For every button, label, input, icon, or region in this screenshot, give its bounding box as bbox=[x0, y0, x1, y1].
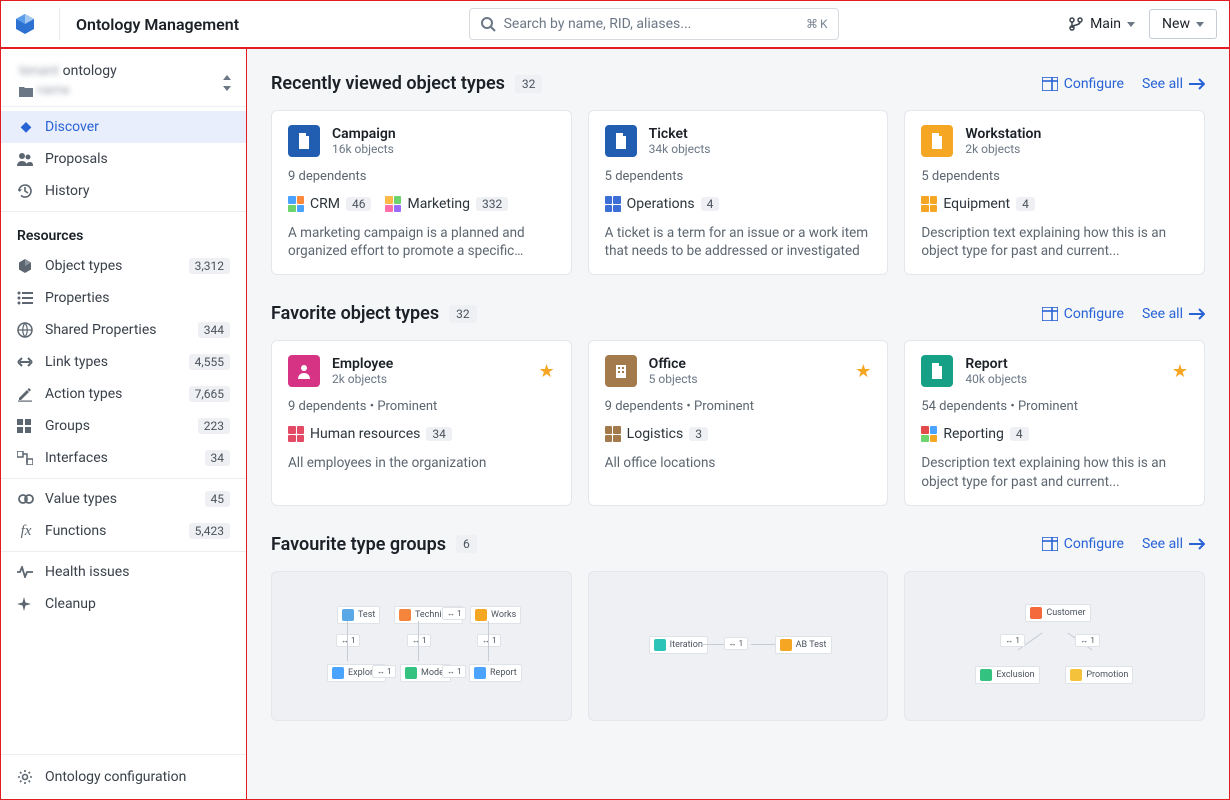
doc-icon bbox=[921, 355, 953, 387]
pulse-icon bbox=[17, 566, 33, 578]
brand-icon bbox=[13, 12, 37, 36]
doc-icon bbox=[605, 125, 637, 157]
main-content: Recently viewed object types 32 Configur… bbox=[247, 48, 1230, 800]
graph-diagram: Test Technician ↔ 1 Works ↔ 1 ↔ 1 ↔ 1 Ex… bbox=[272, 586, 571, 706]
card-employee[interactable]: Employee2k objects ★ 9 dependents • Prom… bbox=[271, 340, 572, 505]
arrow-right-icon bbox=[1189, 538, 1205, 550]
nav-proposals[interactable]: Proposals bbox=[1, 143, 246, 175]
ontology-switcher[interactable]: tenantontology name bbox=[1, 49, 246, 106]
card-office[interactable]: Office5 objects ★ 9 dependents • Promine… bbox=[588, 340, 889, 505]
seeall-link[interactable]: See all bbox=[1142, 536, 1205, 552]
link-icon bbox=[17, 357, 33, 367]
group-card-0[interactable]: Test Technician ↔ 1 Works ↔ 1 ↔ 1 ↔ 1 Ex… bbox=[271, 571, 572, 721]
nav-link-types[interactable]: Link types4,555 bbox=[1, 346, 246, 378]
nav-properties[interactable]: Properties bbox=[1, 282, 246, 314]
layout-icon bbox=[1042, 307, 1058, 321]
card-campaign[interactable]: Campaign16k objects 9 dependents CRM46 M… bbox=[271, 110, 572, 275]
search-shortcut: ⌘K bbox=[806, 17, 828, 31]
list-icon bbox=[17, 291, 33, 305]
configure-link[interactable]: Configure bbox=[1042, 76, 1124, 92]
card-report[interactable]: Report40k objects ★ 54 dependents • Prom… bbox=[904, 340, 1205, 505]
arrow-right-icon bbox=[1189, 78, 1205, 90]
nav-history[interactable]: History bbox=[1, 175, 246, 207]
seeall-link[interactable]: See all bbox=[1142, 306, 1205, 322]
section-title: Favourite type groups bbox=[271, 534, 446, 555]
arrow-right-icon bbox=[1189, 308, 1205, 320]
search-placeholder: Search by name, RID, aliases... bbox=[504, 16, 692, 32]
building-icon bbox=[605, 355, 637, 387]
nav-discover[interactable]: ◆Discover bbox=[1, 111, 246, 143]
section-title: Favorite object types bbox=[271, 303, 439, 324]
section-favorite: Favorite object types 32 Configure See a… bbox=[271, 303, 1205, 505]
search-input[interactable]: Search by name, RID, aliases... ⌘K bbox=[469, 8, 839, 40]
group-card-1[interactable]: Iteration ↔ 1 AB Test bbox=[588, 571, 889, 721]
star-icon[interactable]: ★ bbox=[539, 361, 555, 382]
caret-down-icon bbox=[1196, 22, 1204, 27]
nav-cleanup[interactable]: Cleanup bbox=[1, 588, 246, 620]
gear-icon bbox=[17, 769, 33, 785]
doc-icon bbox=[921, 125, 953, 157]
section-badge: 32 bbox=[515, 75, 543, 93]
seeall-link[interactable]: See all bbox=[1142, 76, 1205, 92]
nav-shared-properties[interactable]: Shared Properties344 bbox=[1, 314, 246, 346]
layout-icon bbox=[1042, 77, 1058, 91]
section-recent: Recently viewed object types 32 Configur… bbox=[271, 73, 1205, 275]
caret-down-icon bbox=[1127, 22, 1135, 27]
nav-interfaces[interactable]: Interfaces34 bbox=[1, 442, 246, 474]
card-workstation[interactable]: Workstation2k objects 5 dependents Equip… bbox=[904, 110, 1205, 275]
star-icon[interactable]: ★ bbox=[1172, 361, 1188, 382]
cube-icon bbox=[17, 258, 33, 274]
nav-functions[interactable]: fxFunctions5,423 bbox=[1, 515, 246, 547]
nav-value-types[interactable]: Value types45 bbox=[1, 483, 246, 515]
grid-icon bbox=[17, 419, 31, 433]
graph-diagram: Customer ↔ 1 ↔ 1 Exclusion Promotion bbox=[905, 586, 1204, 706]
configure-link[interactable]: Configure bbox=[1042, 306, 1124, 322]
people-icon bbox=[17, 152, 33, 166]
new-button[interactable]: New bbox=[1149, 9, 1217, 39]
configure-link[interactable]: Configure bbox=[1042, 536, 1124, 552]
star-icon[interactable]: ★ bbox=[855, 361, 871, 382]
nav-config[interactable]: Ontology configuration bbox=[1, 755, 246, 799]
resources-header: Resources bbox=[1, 216, 246, 250]
graph-diagram: Iteration ↔ 1 AB Test bbox=[589, 586, 888, 706]
nav-groups[interactable]: Groups223 bbox=[1, 410, 246, 442]
sidebar: tenantontology name ◆Discover Proposals … bbox=[0, 48, 247, 800]
interface-icon bbox=[17, 451, 33, 465]
section-badge: 32 bbox=[449, 305, 477, 323]
nav-object-types[interactable]: Object types3,312 bbox=[1, 250, 246, 282]
group-card-2[interactable]: Customer ↔ 1 ↔ 1 Exclusion Promotion bbox=[904, 571, 1205, 721]
rings-icon bbox=[17, 493, 35, 505]
sparkle-icon bbox=[17, 597, 31, 611]
branch-selector[interactable]: Main bbox=[1068, 16, 1135, 32]
topbar: Ontology Management Search by name, RID,… bbox=[0, 0, 1230, 48]
card-ticket[interactable]: Ticket34k objects 5 dependents Operation… bbox=[588, 110, 889, 275]
globe-icon bbox=[17, 322, 33, 338]
branch-icon bbox=[1068, 16, 1084, 32]
section-groups: Favourite type groups 6 Configure See al… bbox=[271, 534, 1205, 721]
doc-icon bbox=[288, 125, 320, 157]
folder-icon bbox=[19, 85, 33, 97]
layout-icon bbox=[1042, 537, 1058, 551]
app-title: Ontology Management bbox=[76, 15, 239, 34]
person-icon bbox=[288, 355, 320, 387]
nav-action-types[interactable]: Action types7,665 bbox=[1, 378, 246, 410]
nav-health[interactable]: Health issues bbox=[1, 556, 246, 588]
section-title: Recently viewed object types bbox=[271, 73, 505, 94]
updown-icon bbox=[222, 75, 232, 91]
history-icon bbox=[17, 183, 33, 199]
edit-icon bbox=[17, 386, 33, 402]
section-badge: 6 bbox=[456, 535, 477, 553]
search-icon bbox=[480, 16, 496, 32]
